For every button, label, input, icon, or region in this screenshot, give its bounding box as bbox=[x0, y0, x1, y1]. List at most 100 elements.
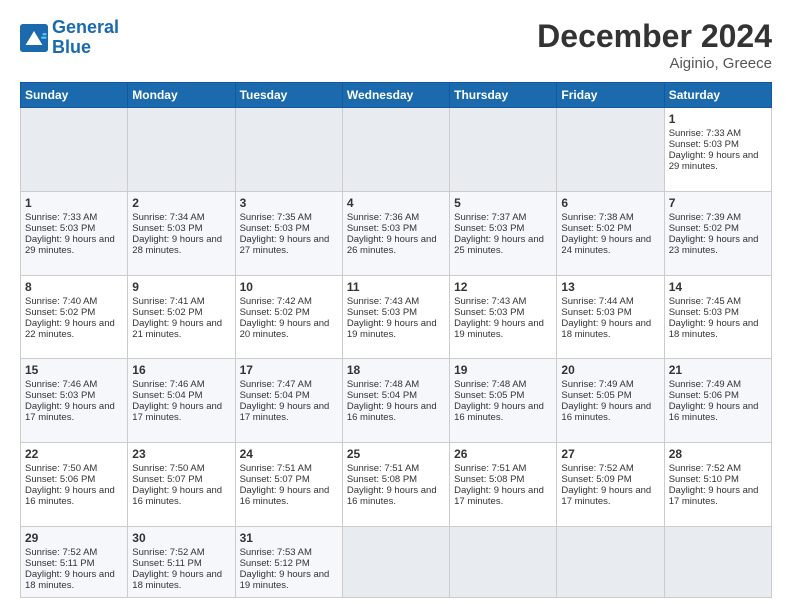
day-number: 10 bbox=[240, 280, 338, 294]
calendar-week-row: 22Sunrise: 7:50 AMSunset: 5:06 PMDayligh… bbox=[21, 443, 772, 527]
calendar-header-thursday: Thursday bbox=[450, 83, 557, 108]
sunrise-text: Sunrise: 7:52 AM bbox=[669, 463, 767, 474]
sunset-text: Sunset: 5:02 PM bbox=[25, 307, 123, 318]
logo-text: General Blue bbox=[52, 18, 119, 58]
calendar-week-row: 8Sunrise: 7:40 AMSunset: 5:02 PMDaylight… bbox=[21, 275, 772, 359]
sunrise-text: Sunrise: 7:42 AM bbox=[240, 296, 338, 307]
calendar-cell: 25Sunrise: 7:51 AMSunset: 5:08 PMDayligh… bbox=[342, 443, 449, 527]
calendar-cell bbox=[342, 526, 449, 597]
sunrise-text: Sunrise: 7:50 AM bbox=[132, 463, 230, 474]
logo-general: General bbox=[52, 17, 119, 37]
sunrise-text: Sunrise: 7:45 AM bbox=[669, 296, 767, 307]
daylight-text: Daylight: 9 hours and 17 minutes. bbox=[132, 401, 230, 423]
daylight-text: Daylight: 9 hours and 28 minutes. bbox=[132, 234, 230, 256]
day-number: 26 bbox=[454, 447, 552, 461]
day-number: 4 bbox=[347, 196, 445, 210]
day-number: 17 bbox=[240, 363, 338, 377]
day-number: 20 bbox=[561, 363, 659, 377]
daylight-text: Daylight: 9 hours and 29 minutes. bbox=[25, 234, 123, 256]
sunrise-text: Sunrise: 7:34 AM bbox=[132, 212, 230, 223]
title-block: December 2024 Aiginio, Greece bbox=[537, 18, 772, 72]
calendar-cell: 24Sunrise: 7:51 AMSunset: 5:07 PMDayligh… bbox=[235, 443, 342, 527]
daylight-text: Daylight: 9 hours and 16 minutes. bbox=[561, 401, 659, 423]
daylight-text: Daylight: 9 hours and 17 minutes. bbox=[454, 485, 552, 507]
calendar-cell: 12Sunrise: 7:43 AMSunset: 5:03 PMDayligh… bbox=[450, 275, 557, 359]
sunrise-text: Sunrise: 7:46 AM bbox=[25, 379, 123, 390]
day-number: 22 bbox=[25, 447, 123, 461]
day-number: 15 bbox=[25, 363, 123, 377]
logo-blue: Blue bbox=[52, 37, 91, 57]
daylight-text: Daylight: 9 hours and 18 minutes. bbox=[132, 569, 230, 591]
sunset-text: Sunset: 5:04 PM bbox=[240, 390, 338, 401]
daylight-text: Daylight: 9 hours and 21 minutes. bbox=[132, 318, 230, 340]
daylight-text: Daylight: 9 hours and 22 minutes. bbox=[25, 318, 123, 340]
sunrise-text: Sunrise: 7:37 AM bbox=[454, 212, 552, 223]
calendar-header-friday: Friday bbox=[557, 83, 664, 108]
calendar-cell bbox=[235, 108, 342, 192]
sunrise-text: Sunrise: 7:36 AM bbox=[347, 212, 445, 223]
sunset-text: Sunset: 5:03 PM bbox=[240, 223, 338, 234]
calendar-cell: 21Sunrise: 7:49 AMSunset: 5:06 PMDayligh… bbox=[664, 359, 771, 443]
day-number: 13 bbox=[561, 280, 659, 294]
sunset-text: Sunset: 5:03 PM bbox=[669, 139, 767, 150]
sunrise-text: Sunrise: 7:52 AM bbox=[561, 463, 659, 474]
calendar-cell: 14Sunrise: 7:45 AMSunset: 5:03 PMDayligh… bbox=[664, 275, 771, 359]
header: General Blue December 2024 Aiginio, Gree… bbox=[20, 18, 772, 72]
calendar-cell bbox=[664, 526, 771, 597]
sunset-text: Sunset: 5:03 PM bbox=[454, 307, 552, 318]
calendar-cell: 17Sunrise: 7:47 AMSunset: 5:04 PMDayligh… bbox=[235, 359, 342, 443]
calendar-cell: 9Sunrise: 7:41 AMSunset: 5:02 PMDaylight… bbox=[128, 275, 235, 359]
sunset-text: Sunset: 5:03 PM bbox=[669, 307, 767, 318]
calendar-cell bbox=[450, 526, 557, 597]
sunset-text: Sunset: 5:08 PM bbox=[454, 474, 552, 485]
calendar-cell: 1Sunrise: 7:33 AMSunset: 5:03 PMDaylight… bbox=[664, 108, 771, 192]
calendar-cell: 27Sunrise: 7:52 AMSunset: 5:09 PMDayligh… bbox=[557, 443, 664, 527]
daylight-text: Daylight: 9 hours and 26 minutes. bbox=[347, 234, 445, 256]
calendar-cell: 29Sunrise: 7:52 AMSunset: 5:11 PMDayligh… bbox=[21, 526, 128, 597]
calendar-cell: 28Sunrise: 7:52 AMSunset: 5:10 PMDayligh… bbox=[664, 443, 771, 527]
calendar-cell: 4Sunrise: 7:36 AMSunset: 5:03 PMDaylight… bbox=[342, 191, 449, 275]
sunset-text: Sunset: 5:05 PM bbox=[454, 390, 552, 401]
day-number: 21 bbox=[669, 363, 767, 377]
calendar-header-wednesday: Wednesday bbox=[342, 83, 449, 108]
sunrise-text: Sunrise: 7:44 AM bbox=[561, 296, 659, 307]
sunrise-text: Sunrise: 7:35 AM bbox=[240, 212, 338, 223]
daylight-text: Daylight: 9 hours and 16 minutes. bbox=[347, 401, 445, 423]
day-number: 1 bbox=[25, 196, 123, 210]
daylight-text: Daylight: 9 hours and 19 minutes. bbox=[347, 318, 445, 340]
calendar-header-tuesday: Tuesday bbox=[235, 83, 342, 108]
daylight-text: Daylight: 9 hours and 17 minutes. bbox=[25, 401, 123, 423]
sunset-text: Sunset: 5:07 PM bbox=[132, 474, 230, 485]
sunset-text: Sunset: 5:11 PM bbox=[25, 558, 123, 569]
sunset-text: Sunset: 5:09 PM bbox=[561, 474, 659, 485]
daylight-text: Daylight: 9 hours and 24 minutes. bbox=[561, 234, 659, 256]
daylight-text: Daylight: 9 hours and 18 minutes. bbox=[669, 318, 767, 340]
calendar-cell bbox=[557, 108, 664, 192]
calendar-cell: 20Sunrise: 7:49 AMSunset: 5:05 PMDayligh… bbox=[557, 359, 664, 443]
daylight-text: Daylight: 9 hours and 17 minutes. bbox=[240, 401, 338, 423]
day-number: 6 bbox=[561, 196, 659, 210]
calendar-cell: 13Sunrise: 7:44 AMSunset: 5:03 PMDayligh… bbox=[557, 275, 664, 359]
sunrise-text: Sunrise: 7:40 AM bbox=[25, 296, 123, 307]
calendar-cell: 5Sunrise: 7:37 AMSunset: 5:03 PMDaylight… bbox=[450, 191, 557, 275]
sunset-text: Sunset: 5:03 PM bbox=[454, 223, 552, 234]
calendar-cell: 30Sunrise: 7:52 AMSunset: 5:11 PMDayligh… bbox=[128, 526, 235, 597]
calendar-cell bbox=[128, 108, 235, 192]
day-number: 7 bbox=[669, 196, 767, 210]
daylight-text: Daylight: 9 hours and 25 minutes. bbox=[454, 234, 552, 256]
sunset-text: Sunset: 5:07 PM bbox=[240, 474, 338, 485]
day-number: 18 bbox=[347, 363, 445, 377]
day-number: 31 bbox=[240, 531, 338, 545]
calendar-cell: 1Sunrise: 7:33 AMSunset: 5:03 PMDaylight… bbox=[21, 191, 128, 275]
subtitle: Aiginio, Greece bbox=[537, 55, 772, 72]
day-number: 16 bbox=[132, 363, 230, 377]
sunset-text: Sunset: 5:12 PM bbox=[240, 558, 338, 569]
day-number: 12 bbox=[454, 280, 552, 294]
daylight-text: Daylight: 9 hours and 16 minutes. bbox=[669, 401, 767, 423]
calendar-cell: 19Sunrise: 7:48 AMSunset: 5:05 PMDayligh… bbox=[450, 359, 557, 443]
sunrise-text: Sunrise: 7:48 AM bbox=[454, 379, 552, 390]
calendar-cell: 8Sunrise: 7:40 AMSunset: 5:02 PMDaylight… bbox=[21, 275, 128, 359]
calendar-cell: 22Sunrise: 7:50 AMSunset: 5:06 PMDayligh… bbox=[21, 443, 128, 527]
calendar-cell bbox=[450, 108, 557, 192]
calendar-cell: 26Sunrise: 7:51 AMSunset: 5:08 PMDayligh… bbox=[450, 443, 557, 527]
